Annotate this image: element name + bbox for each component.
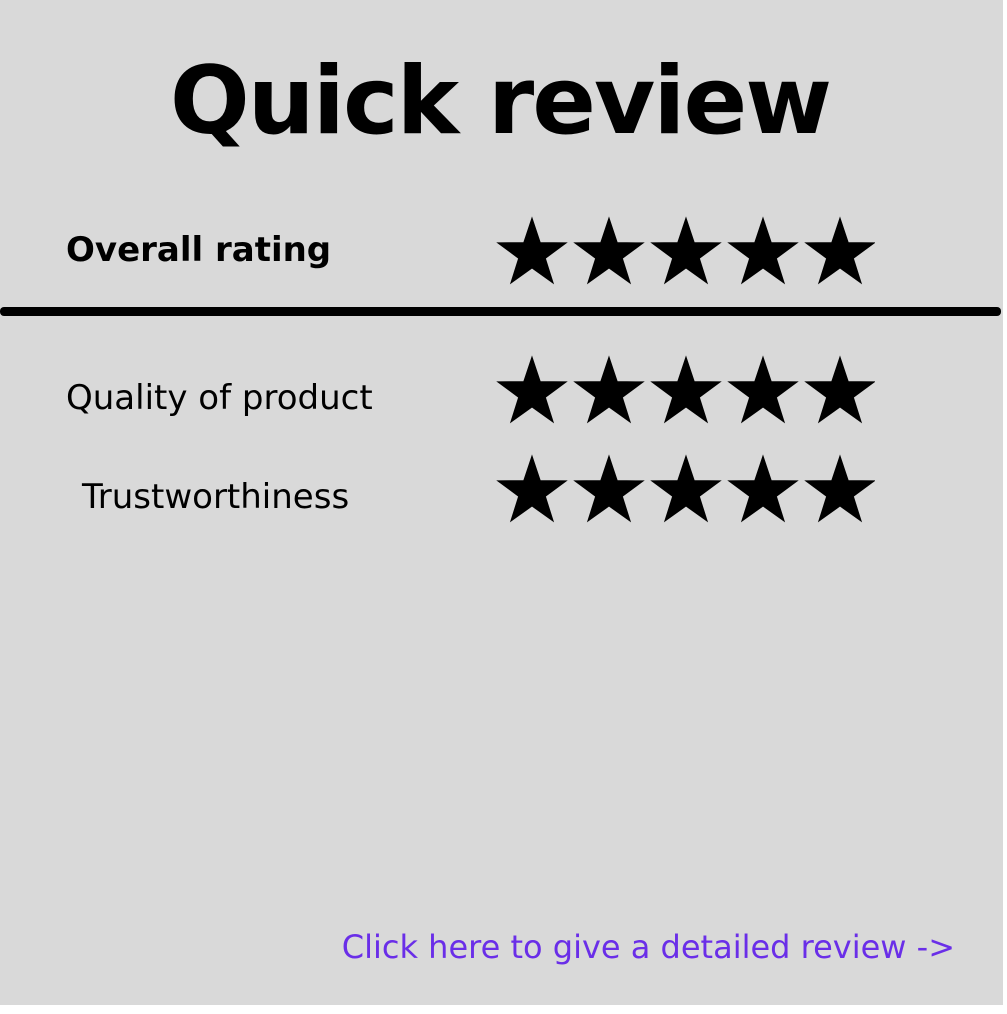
quality-rating-stars [495, 355, 875, 425]
star-icon [573, 454, 645, 523]
page-title: Quick review [169, 47, 832, 156]
star-icon [650, 454, 722, 523]
star-icon [804, 454, 875, 523]
quality-rating-label: Quality of product [66, 378, 373, 418]
star-icon [727, 454, 799, 523]
star-icon [727, 216, 799, 285]
star-icon [650, 355, 722, 424]
star-icon [650, 216, 722, 285]
trustworthiness-rating-stars [495, 454, 875, 524]
star-rating-icons [496, 454, 875, 523]
overall-rating-label: Overall rating [66, 230, 332, 270]
detailed-review-link[interactable]: Click here to give a detailed review -> [342, 925, 955, 969]
review-panel: Quick review Overall rating Quality of p… [0, 0, 1003, 1005]
star-icon [804, 355, 875, 424]
star-rating-icons [496, 355, 875, 424]
star-icon [727, 355, 799, 424]
star-icon [804, 216, 875, 285]
overall-rating-stars [495, 216, 875, 286]
star-icon [496, 454, 568, 523]
star-icon [496, 216, 568, 285]
divider [0, 307, 1001, 316]
star-icon [573, 355, 645, 424]
star-icon [573, 216, 645, 285]
star-icon [496, 355, 568, 424]
star-rating-icons [496, 216, 875, 285]
trustworthiness-rating-label: Trustworthiness [82, 477, 350, 517]
